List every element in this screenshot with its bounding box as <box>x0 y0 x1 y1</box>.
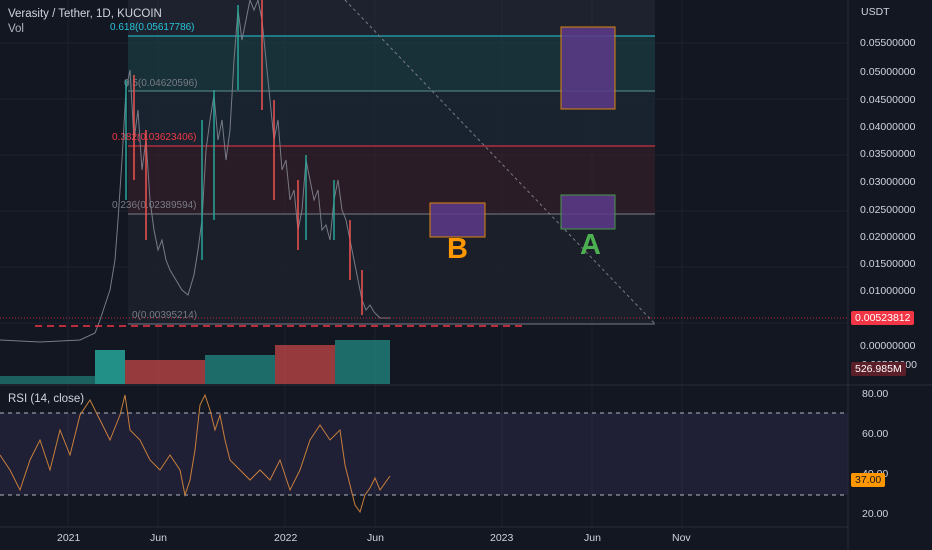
price-tick: 0.04500000 <box>860 94 916 106</box>
rsi-tick: 20.00 <box>862 508 889 520</box>
zone-b-label: B <box>447 233 468 265</box>
price-tick: 0.03500000 <box>860 148 916 160</box>
currency-label: USDT <box>861 6 890 18</box>
price-tick: 0.01000000 <box>860 285 916 297</box>
volume-legend[interactable]: Vol <box>8 23 24 35</box>
zone-a-top-box[interactable] <box>560 26 616 110</box>
price-tick: 0.02000000 <box>860 231 916 243</box>
zone-a-label: A <box>580 229 601 261</box>
fib-label-0: 0(0.00395214) <box>132 310 197 321</box>
volume-value-tag: 526.985M <box>851 362 906 376</box>
price-tick: 0.01500000 <box>860 258 916 270</box>
price-tick: 0.04000000 <box>860 121 916 133</box>
rsi-tick: 80.00 <box>862 388 889 400</box>
rsi-legend[interactable]: RSI (14, close) <box>8 393 84 405</box>
rsi-tick: 60.00 <box>862 428 889 440</box>
fib-label-0236: 0.236(0.02389594) <box>112 200 197 211</box>
price-tick: 0.05000000 <box>860 66 916 78</box>
time-tick: 2022 <box>274 532 298 544</box>
time-tick: 2023 <box>490 532 514 544</box>
zone-a-box[interactable] <box>560 194 616 230</box>
current-price-tag: 0.00523812 <box>851 311 915 325</box>
price-tick: 0.03000000 <box>860 176 916 188</box>
symbol-title[interactable]: Verasity / Tether, 1D, KUCOIN <box>8 8 162 20</box>
price-tick: 0.00000000 <box>860 340 916 352</box>
time-tick: Jun <box>584 532 601 544</box>
price-tick: 0.05500000 <box>860 37 916 49</box>
time-tick: 2021 <box>57 532 81 544</box>
time-tick: Jun <box>367 532 384 544</box>
chart-canvas[interactable]: 0.618(0.05617786) 0.5(0.04620596) 0.382(… <box>0 0 932 550</box>
fib-label-0382: 0.382(0.03623406) <box>112 132 197 143</box>
time-tick: Nov <box>672 532 691 544</box>
rsi-current-tag: 37.00 <box>851 473 886 487</box>
fib-label-05: 0.5(0.04620596) <box>124 78 197 89</box>
fib-label-0618: 0.618(0.05617786) <box>110 22 195 33</box>
volume-bars <box>0 340 390 384</box>
time-tick: Jun <box>150 532 167 544</box>
rsi-pane[interactable] <box>0 393 848 514</box>
zone-b-box[interactable] <box>429 202 486 238</box>
price-tick: 0.02500000 <box>860 204 916 216</box>
